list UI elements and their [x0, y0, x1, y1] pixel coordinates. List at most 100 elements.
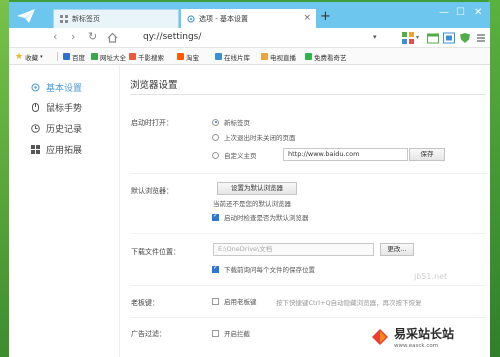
- startup-option-restore-pages[interactable]: 上次退出时未关闭的页面: [212, 132, 296, 142]
- settings-gear-icon: [187, 14, 195, 23]
- startup-label: 启动时打开：: [131, 119, 173, 127]
- search-icon: [129, 53, 136, 60]
- sidebar-item-label: 应用拓展: [46, 145, 83, 156]
- bookmark-qianying-search[interactable]: 千影搜索: [129, 51, 164, 62]
- watermark-main-text: 易采站长站: [394, 327, 455, 341]
- close-tab-icon[interactable]: ×: [303, 13, 311, 23]
- mouse-icon: [32, 102, 39, 112]
- calendar-icon[interactable]: [427, 32, 439, 44]
- chevron-down-icon[interactable]: ▾: [416, 32, 419, 44]
- watermark-sub-text: www.easck.com: [394, 343, 439, 349]
- home-icon[interactable]: [107, 32, 118, 43]
- default-browser-status: 当前还不是您的默认浏览器: [213, 200, 291, 208]
- forward-icon[interactable]: ›: [71, 30, 75, 44]
- checkbox[interactable]: [212, 212, 219, 221]
- radio-button[interactable]: [212, 118, 219, 126]
- chevron-down-icon: ▾: [40, 53, 43, 60]
- option-label: 下载前询问每个文件的保存位置: [224, 266, 315, 274]
- bookmark-taobao[interactable]: 淘宝: [177, 51, 199, 62]
- set-default-browser-button[interactable]: 设置为默认浏览器: [217, 182, 297, 195]
- check-default-on-startup[interactable]: 启动时检查是否为默认浏览器: [212, 212, 309, 222]
- sidebar-item-label: 历史记录: [46, 124, 83, 135]
- sidebar-item-basic-settings[interactable]: 基本设置: [31, 80, 82, 94]
- sidebar-item-history[interactable]: 历史记录: [31, 121, 82, 135]
- save-homepage-button[interactable]: 保存: [409, 148, 445, 161]
- settings-sidebar: 基本设置 鼠标手势 历史记录 应用拓展: [9, 65, 119, 357]
- browser-window: 新标签页 选项 - 基本设置 × + — ☐ ✕ ‹ › ↻ qy://sett…: [9, 2, 490, 357]
- store-icon[interactable]: [443, 32, 455, 44]
- bookmarks-bar: ★ 收藏 ▾ 百度 网址大全 千影搜索 淘宝 在线片库 电视直播 免费看奇艺: [9, 48, 490, 65]
- bookmark-iqiyi[interactable]: 免费看奇艺: [305, 51, 347, 62]
- bookmark-label: 千影搜索: [138, 53, 164, 62]
- sidebar-item-label: 鼠标手势: [46, 103, 83, 114]
- new-tab-button[interactable]: +: [320, 10, 331, 23]
- sidebar-item-label: 基本设置: [46, 83, 83, 94]
- chevron-down-icon[interactable]: ▾: [373, 33, 377, 41]
- tab-new-tab[interactable]: 新标签页: [53, 9, 179, 28]
- refresh-icon[interactable]: ↻: [88, 30, 97, 44]
- bookmark-favorites[interactable]: ★ 收藏 ▾: [15, 51, 43, 62]
- star-icon: ★: [15, 51, 24, 62]
- taobao-icon: [177, 53, 184, 60]
- menu-icon[interactable]: [476, 32, 486, 44]
- bookmark-online-videos[interactable]: 在线片库: [215, 51, 250, 62]
- section-divider: [130, 317, 486, 318]
- apps-icon: [31, 144, 40, 154]
- close-window-icon[interactable]: ✕: [474, 7, 482, 18]
- sidebar-item-extensions[interactable]: 应用拓展: [31, 142, 82, 156]
- ad-filter-label: 广告过滤：: [131, 330, 166, 338]
- ask-download-location[interactable]: 下载前询问每个文件的保存位置: [212, 264, 315, 274]
- radio-button[interactable]: [212, 151, 219, 159]
- bookmark-label: 收藏: [25, 53, 39, 62]
- enable-ad-block[interactable]: 开启拦截: [212, 328, 250, 338]
- clock-icon: [31, 123, 40, 133]
- checkbox[interactable]: [212, 297, 219, 305]
- tab-settings[interactable]: 选项 - 基本设置 ×: [181, 9, 316, 28]
- shield-icon[interactable]: [459, 32, 471, 44]
- navigation-bar: ‹ › ↻ qy://settings/ ▾ ▾: [9, 28, 490, 48]
- enable-boss-key[interactable]: 启用老板键: [212, 296, 257, 306]
- bookmark-sites[interactable]: 网址大全: [91, 51, 126, 62]
- address-input[interactable]: qy://settings/: [141, 30, 389, 45]
- baidu-icon: [63, 53, 70, 60]
- bookmark-label: 免费看奇艺: [314, 53, 347, 62]
- startup-option-custom-homepage[interactable]: 自定义主页: [212, 150, 257, 160]
- bookmark-label: 电视直播: [270, 53, 296, 62]
- tv-icon: [261, 53, 268, 60]
- checkbox[interactable]: [212, 264, 219, 273]
- apps-grid-icon[interactable]: [402, 32, 414, 44]
- watermark-small-text: jb51.net: [414, 272, 448, 281]
- video-icon: [215, 53, 222, 60]
- option-label: 开启拦截: [224, 330, 250, 338]
- startup-option-new-tab[interactable]: 新标签页: [212, 117, 250, 127]
- change-download-path-button[interactable]: 更改...: [380, 243, 414, 256]
- bookmark-label: 百度: [72, 53, 85, 62]
- download-location-label: 下载文件位置：: [131, 248, 180, 256]
- option-label: 自定义主页: [224, 152, 257, 160]
- option-label: 新标签页: [224, 119, 250, 127]
- homepage-url-input[interactable]: http://www.baidu.com: [283, 148, 408, 161]
- radio-button[interactable]: [212, 133, 219, 141]
- minimize-icon[interactable]: —: [439, 7, 449, 18]
- section-divider: [130, 285, 486, 286]
- section-divider: [130, 173, 486, 174]
- sidebar-item-mouse-gestures[interactable]: 鼠标手势: [31, 100, 82, 114]
- download-path-input[interactable]: E:\OneDrive\文档: [213, 243, 374, 256]
- gear-icon: [31, 83, 40, 91]
- watermark-logo-icon: [372, 329, 388, 345]
- maximize-icon[interactable]: ☐: [456, 7, 465, 18]
- tab-title: 新标签页: [72, 15, 100, 23]
- option-label: 启用老板键: [224, 298, 257, 306]
- bookmark-tv-live[interactable]: 电视直播: [261, 51, 296, 62]
- back-icon[interactable]: ‹: [53, 30, 57, 44]
- bookmark-label: 在线片库: [224, 53, 250, 62]
- option-label: 启动时检查是否为默认浏览器: [224, 214, 309, 222]
- tab-title: 选项 - 基本设置: [199, 14, 248, 23]
- browser-logo-icon[interactable]: [15, 7, 37, 25]
- title-divider: [130, 94, 486, 95]
- boss-key-hint: 按下快捷键Ctrl+Q自动隐藏浏览器，再次按下恢复: [276, 299, 422, 307]
- default-browser-label: 默认浏览器：: [131, 187, 173, 195]
- checkbox[interactable]: [212, 329, 219, 337]
- page-title: 浏览器设置: [130, 80, 178, 91]
- bookmark-baidu[interactable]: 百度: [63, 51, 85, 62]
